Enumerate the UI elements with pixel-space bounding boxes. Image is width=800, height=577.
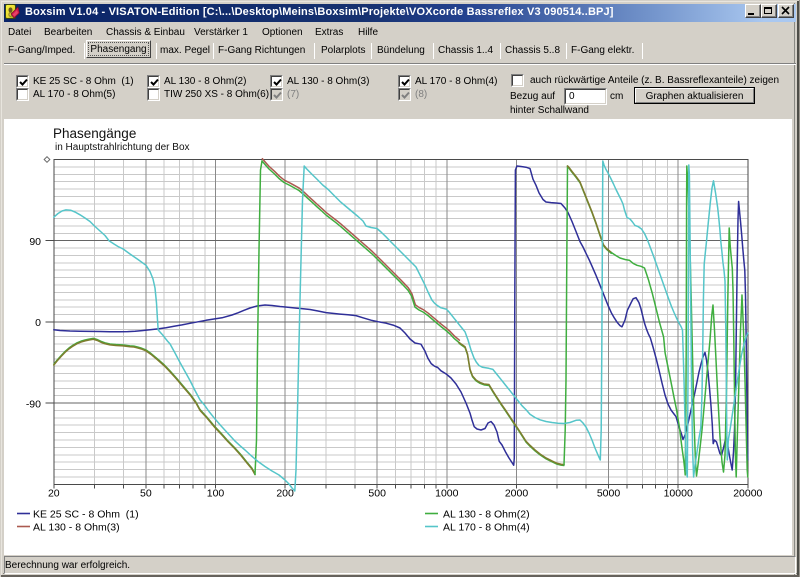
svg-text:1000: 1000 — [435, 488, 459, 500]
svg-text:50: 50 — [140, 488, 152, 500]
svg-text:5000: 5000 — [597, 488, 621, 500]
svg-text:AL 130 - 8 Ohm(3): AL 130 - 8 Ohm(3) — [33, 522, 120, 534]
svg-text:20: 20 — [48, 488, 60, 500]
svg-text:90: 90 — [29, 236, 41, 248]
svg-text:0: 0 — [35, 317, 41, 329]
svg-text:AL 170 - 8 Ohm(4): AL 170 - 8 Ohm(4) — [443, 522, 530, 534]
svg-text:500: 500 — [368, 488, 386, 500]
svg-text:100: 100 — [207, 488, 225, 500]
svg-text:-90: -90 — [26, 398, 41, 410]
svg-text:200: 200 — [276, 488, 294, 500]
svg-text:KE 25 SC - 8 Ohm (1): KE 25 SC - 8 Ohm (1) — [33, 509, 139, 521]
svg-text:20000: 20000 — [733, 488, 762, 500]
svg-text:AL 130 - 8 Ohm(2): AL 130 - 8 Ohm(2) — [443, 509, 530, 521]
svg-text:2000: 2000 — [505, 488, 529, 500]
svg-text:10000: 10000 — [664, 488, 693, 500]
